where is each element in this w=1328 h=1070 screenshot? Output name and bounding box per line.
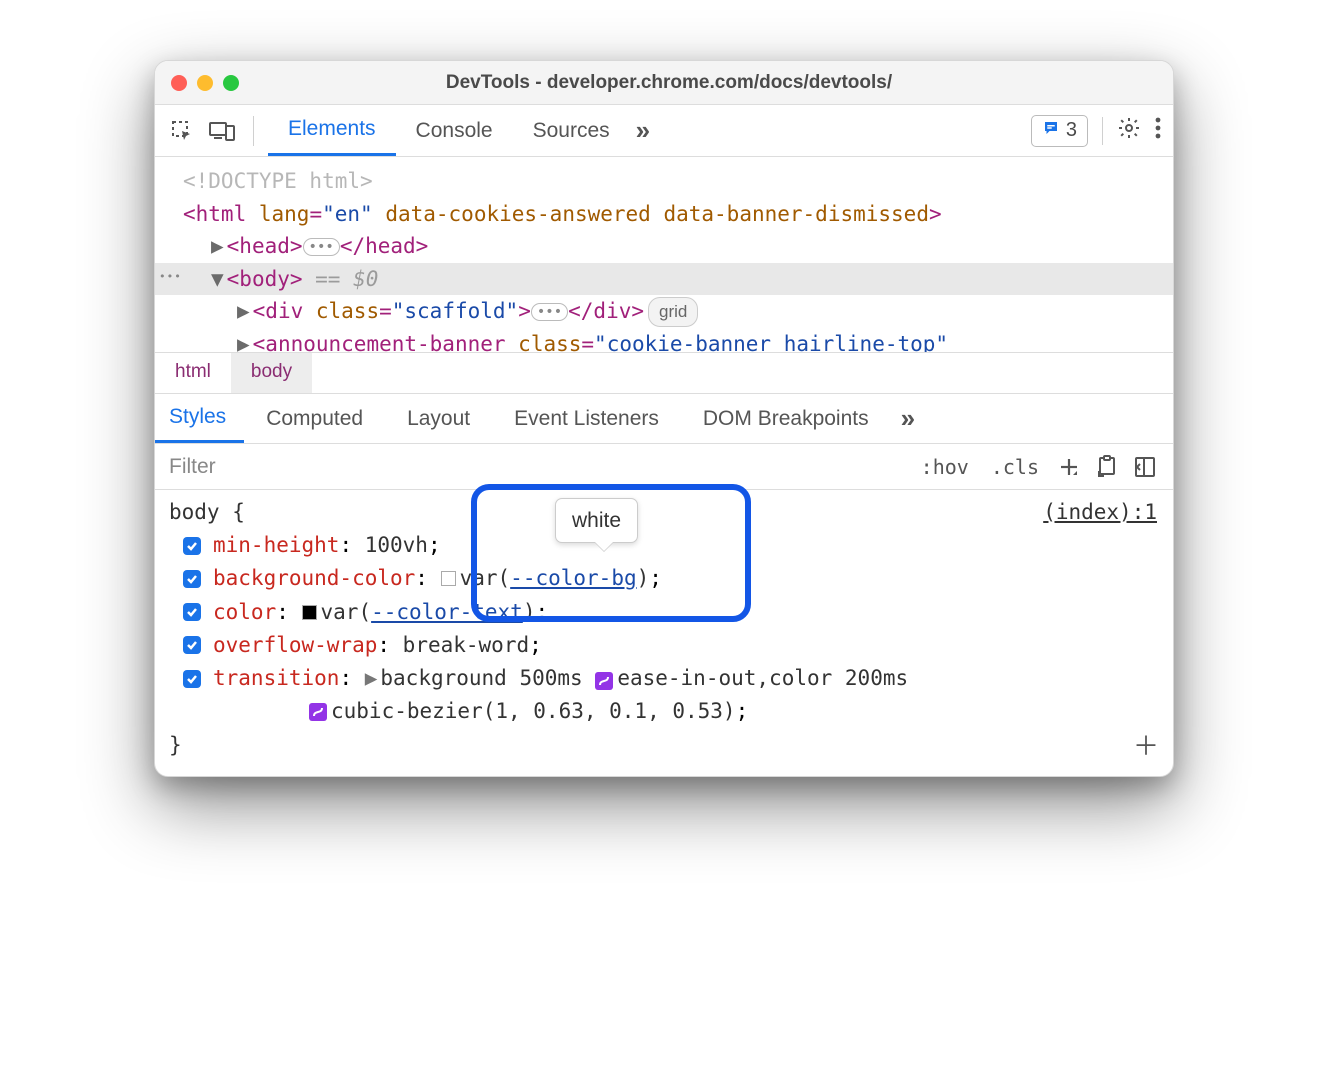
toolbar-right: 3 <box>1031 115 1161 147</box>
settings-icon[interactable] <box>1117 116 1141 145</box>
kebab-menu-icon[interactable] <box>1155 117 1161 144</box>
titlebar: DevTools - developer.chrome.com/docs/dev… <box>155 61 1173 105</box>
toggle-hov-button[interactable]: :hov <box>913 451 977 483</box>
more-tabs-icon[interactable]: » <box>636 115 650 146</box>
main-toolbar: Elements Console Sources » 3 <box>155 105 1173 157</box>
dom-tree-panel[interactable]: <!DOCTYPE html> <html lang="en" data-coo… <box>155 157 1173 352</box>
rule-close: } <box>169 729 1159 762</box>
filter-input[interactable] <box>155 455 913 479</box>
dom-head[interactable]: ▶<head>•••</head> <box>155 230 1173 263</box>
messages-button[interactable]: 3 <box>1031 115 1088 147</box>
sidebar-tabs: Styles Computed Layout Event Listeners D… <box>155 394 1173 444</box>
prop-overflow-wrap[interactable]: overflow-wrap: break-word; <box>169 629 1159 662</box>
prop-transition[interactable]: transition: ▶background 500ms ease-in-ou… <box>169 662 1159 696</box>
separator <box>253 116 254 146</box>
device-toggle-icon[interactable] <box>207 116 237 146</box>
filter-tools: :hov .cls <box>913 451 1173 483</box>
prop-transition-cont[interactable]: cubic-bezier(1, 0.63, 0.1, 0.53); <box>169 695 1159 728</box>
tab-event-listeners[interactable]: Event Listeners <box>492 394 681 443</box>
property-checkbox[interactable] <box>183 636 201 654</box>
tab-elements[interactable]: Elements <box>268 105 396 156</box>
color-swatch-icon[interactable] <box>441 571 456 586</box>
tab-dom-breakpoints[interactable]: DOM Breakpoints <box>681 394 891 443</box>
new-style-rule-icon[interactable] <box>1053 455 1085 479</box>
source-link[interactable]: (index):1 <box>1043 496 1157 529</box>
property-checkbox[interactable] <box>183 603 201 621</box>
expand-icon[interactable]: ▶ <box>211 230 224 263</box>
crumb-html[interactable]: html <box>155 353 231 393</box>
expand-icon[interactable]: ▶ <box>237 328 250 352</box>
prop-color[interactable]: color: var(--color-text); <box>169 596 1159 629</box>
tab-sources[interactable]: Sources <box>513 105 630 156</box>
devtools-window: DevTools - developer.chrome.com/docs/dev… <box>154 60 1174 777</box>
bezier-editor-icon[interactable] <box>595 672 613 690</box>
messages-count: 3 <box>1066 119 1077 142</box>
copy-styles-icon[interactable] <box>1091 455 1123 479</box>
separator <box>1102 117 1103 145</box>
color-swatch-icon[interactable] <box>302 605 317 620</box>
tab-computed[interactable]: Computed <box>244 394 385 443</box>
collapsed-ellipsis-icon[interactable]: ••• <box>531 303 568 321</box>
toggle-cls-button[interactable]: .cls <box>983 451 1047 483</box>
expand-icon[interactable]: ▶ <box>237 295 250 328</box>
more-tabs-icon[interactable]: » <box>901 403 915 434</box>
inspect-element-icon[interactable] <box>167 116 197 146</box>
property-checkbox[interactable] <box>183 570 201 588</box>
panel-tabs: Elements Console Sources » <box>268 105 650 156</box>
css-var-link[interactable]: --color-text <box>371 600 523 624</box>
dom-body-selected[interactable]: ▼<body> == $0 <box>155 263 1173 296</box>
color-tooltip: white <box>555 498 638 543</box>
css-var-link[interactable]: --color-bg <box>510 566 636 590</box>
grid-badge[interactable]: grid <box>648 297 698 327</box>
collapse-icon[interactable]: ▼ <box>211 263 224 296</box>
toggle-rendering-icon[interactable] <box>1129 455 1161 479</box>
crumb-body[interactable]: body <box>231 353 312 393</box>
tab-layout[interactable]: Layout <box>385 394 492 443</box>
collapsed-ellipsis-icon[interactable]: ••• <box>303 238 340 256</box>
dom-announcement-banner[interactable]: ▶<announcement-banner class="cookie-bann… <box>155 328 1173 352</box>
dom-div-scaffold[interactable]: ▶<div class="scaffold">•••</div>grid <box>155 295 1173 328</box>
message-icon <box>1042 119 1060 143</box>
window-title: DevTools - developer.chrome.com/docs/dev… <box>181 72 1157 94</box>
bezier-editor-icon[interactable] <box>309 703 327 721</box>
tab-console[interactable]: Console <box>396 105 513 156</box>
dom-doctype[interactable]: <!DOCTYPE html> <box>155 165 1173 198</box>
dom-breadcrumb: html body <box>155 352 1173 394</box>
property-checkbox[interactable] <box>183 537 201 555</box>
rule-selector[interactable]: body { <box>169 496 1159 529</box>
styles-filter-bar: :hov .cls <box>155 444 1173 490</box>
add-property-icon[interactable]: ＋ <box>1133 727 1159 768</box>
prop-background-color[interactable]: background-color: var(--color-bg); <box>169 562 1159 595</box>
property-checkbox[interactable] <box>183 670 201 688</box>
prop-min-height[interactable]: min-height: 100vh; <box>169 529 1159 562</box>
styles-pane: (index):1 body { min-height: 100vh; back… <box>155 490 1173 776</box>
dom-html[interactable]: <html lang="en" data-cookies-answered da… <box>155 198 1173 231</box>
tab-styles[interactable]: Styles <box>155 394 244 443</box>
expand-shorthand-icon[interactable]: ▶ <box>365 666 378 690</box>
